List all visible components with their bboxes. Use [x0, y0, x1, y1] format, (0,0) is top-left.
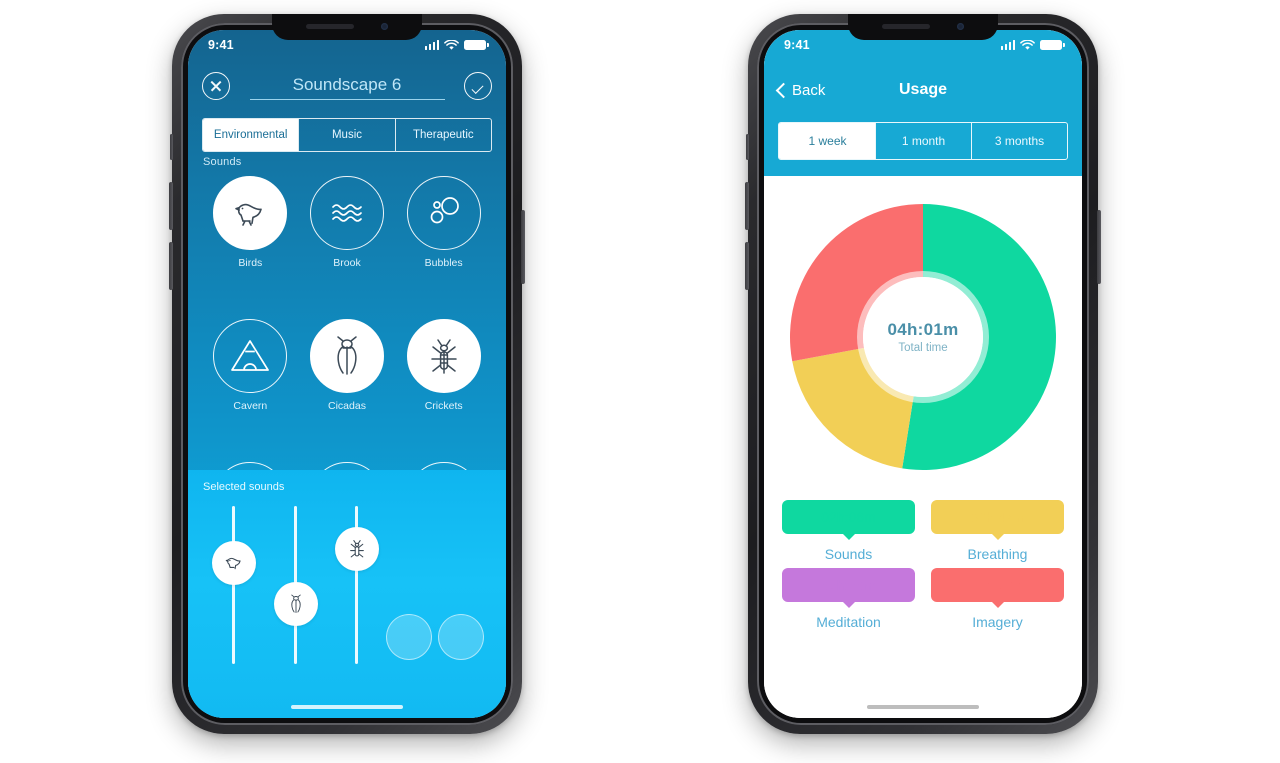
cellular-bars-icon — [1000, 40, 1015, 50]
phone-device-soundscape: 9:41 Soundscape 6 Environmental Music Th… — [169, 14, 525, 734]
category-tabs: Environmental Music Therapeutic — [202, 118, 492, 152]
silent-switch[interactable] — [170, 134, 173, 160]
bird-icon[interactable] — [213, 176, 288, 250]
sound-item-crickets[interactable]: Crickets — [395, 318, 492, 452]
volume-down-button[interactable] — [169, 242, 173, 290]
sound-label: Cavern — [233, 399, 268, 412]
tab-music[interactable]: Music — [298, 119, 394, 151]
legend-item-imagery[interactable]: 01h:07m Imagery — [931, 568, 1064, 630]
sound-item-brook[interactable]: Brook — [299, 176, 396, 309]
legend-item-meditation[interactable]: 00h:00m Meditation — [782, 568, 915, 630]
slider-track-cicadas[interactable] — [273, 506, 318, 664]
soundscape-name-input[interactable] — [249, 72, 445, 100]
donut-center: 04h:01m Total time — [863, 277, 983, 397]
sound-label: Birds — [238, 257, 263, 269]
volume-down-button[interactable] — [745, 242, 749, 290]
legend-pill-meditation: 00h:00m — [782, 568, 915, 602]
soundscape-app: 9:41 Soundscape 6 Environmental Music Th… — [188, 30, 506, 718]
save-button[interactable] — [438, 614, 484, 660]
sound-label: Cicadas — [328, 399, 366, 412]
volume-sliders — [210, 506, 484, 678]
chevron-left-icon — [775, 82, 792, 98]
screenshot-stage: 9:41 Soundscape 6 Environmental Music Th… — [0, 0, 1280, 763]
front-camera — [957, 23, 964, 30]
front-camera — [381, 23, 388, 30]
usage-navbar: Back Usage — [764, 70, 1082, 110]
volume-up-button[interactable] — [745, 182, 749, 230]
status-indicators — [424, 39, 489, 51]
range-tabs: 1 week 1 month 3 months — [778, 122, 1068, 160]
usage-donut-chart: 04h:01m Total time — [764, 192, 1082, 482]
legend-label-breathing: Breathing — [967, 546, 1028, 562]
selected-sounds-drawer: Selected sounds — [188, 470, 506, 718]
total-time-caption: Total time — [898, 342, 948, 354]
cellular-bars-icon — [424, 40, 439, 50]
earpiece-speaker — [306, 24, 354, 29]
selected-sounds-label: Selected sounds — [203, 481, 285, 493]
sound-label: Bubbles — [424, 257, 463, 269]
tab-environmental[interactable]: Environmental — [203, 119, 299, 151]
cricket-icon[interactable] — [406, 318, 481, 393]
waves-icon[interactable] — [309, 176, 384, 250]
legend-label-imagery: Imagery — [972, 614, 1023, 630]
soundscape-screen: 9:41 Soundscape 6 Environmental Music Th… — [188, 30, 506, 718]
legend-pill-breathing: 00h:47m — [931, 500, 1064, 534]
play-button[interactable] — [386, 614, 432, 660]
legend-item-breathing[interactable]: 00h:47m Breathing — [931, 500, 1064, 562]
status-time: 9:41 — [784, 38, 810, 52]
sound-label: Crickets — [424, 399, 463, 412]
tab-therapeutic[interactable]: Therapeutic — [394, 119, 491, 151]
check-circle-icon[interactable] — [464, 72, 492, 100]
total-time-value: 04h:01m — [887, 320, 959, 339]
usage-screen: 9:41 Back Usage 1 week 1 month 3 months … — [764, 30, 1082, 718]
usage-legend: 02h:06m Sounds 00h:47m Breathing 00h:00m… — [782, 500, 1064, 630]
volume-up-button[interactable] — [169, 182, 173, 230]
donut-ring[interactable]: 04h:01m Total time — [790, 204, 1056, 470]
status-time: 9:41 — [208, 38, 234, 52]
earpiece-speaker — [882, 24, 930, 29]
bubbles-icon[interactable] — [406, 176, 481, 250]
sounds-section-label: Sounds — [203, 156, 242, 168]
cicada-icon[interactable] — [309, 318, 384, 393]
sound-item-cavern[interactable]: Cavern — [202, 318, 299, 452]
soundscape-header — [188, 60, 506, 112]
legend-pill-imagery: 01h:07m — [931, 568, 1064, 602]
tab-1-week[interactable]: 1 week — [779, 123, 875, 159]
cave-icon[interactable] — [213, 318, 288, 393]
back-button[interactable]: Back — [775, 81, 826, 99]
wifi-icon — [1020, 39, 1035, 50]
back-label: Back — [792, 81, 826, 99]
silent-switch[interactable] — [746, 134, 749, 160]
power-button[interactable] — [1097, 210, 1101, 284]
notch-right — [848, 14, 998, 40]
sound-item-birds[interactable]: Birds — [202, 176, 299, 309]
battery-icon — [464, 39, 489, 51]
sound-label: Brook — [333, 257, 361, 269]
battery-icon — [1040, 39, 1065, 51]
legend-label-meditation: Meditation — [816, 614, 881, 630]
power-button[interactable] — [521, 210, 525, 284]
notch-left — [272, 14, 422, 40]
slider-knob-cicadas[interactable] — [273, 581, 318, 626]
legend-item-sounds[interactable]: 02h:06m Sounds — [782, 500, 915, 562]
tab-3-months[interactable]: 3 months — [971, 123, 1067, 159]
phone-device-usage: 9:41 Back Usage 1 week 1 month 3 months … — [745, 14, 1101, 734]
close-circle-icon[interactable] — [202, 72, 230, 100]
slider-knob-crickets[interactable] — [334, 526, 379, 571]
home-indicator-left[interactable] — [291, 704, 403, 709]
slider-track-crickets[interactable] — [334, 506, 379, 664]
home-indicator-right[interactable] — [867, 704, 979, 709]
slider-track-birds[interactable] — [211, 506, 256, 664]
slider-knob-birds[interactable] — [211, 540, 256, 585]
sound-item-cicadas[interactable]: Cicadas — [299, 318, 396, 452]
status-indicators — [1000, 39, 1065, 51]
sound-item-bubbles[interactable]: Bubbles — [395, 176, 492, 309]
legend-pill-sounds: 02h:06m — [782, 500, 915, 534]
title-field-wrap — [240, 72, 454, 100]
tab-1-month[interactable]: 1 month — [875, 123, 971, 159]
usage-app: 9:41 Back Usage 1 week 1 month 3 months … — [764, 30, 1082, 718]
legend-label-sounds: Sounds — [824, 546, 873, 562]
wifi-icon — [444, 39, 459, 50]
